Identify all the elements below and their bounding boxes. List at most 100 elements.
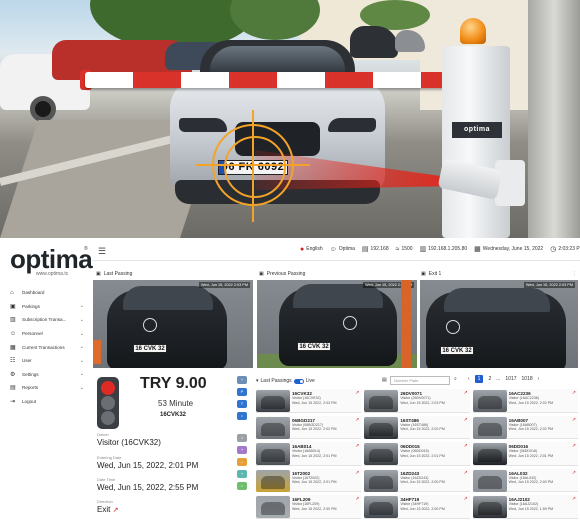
direction-caption: Direction xyxy=(97,499,113,504)
sidebar-item-label: Parkings xyxy=(22,303,40,309)
search-icon[interactable]: ⌕ xyxy=(454,376,457,382)
sidebar-item-current-transactions[interactable]: ▦ Current Transactions ⌄ xyxy=(0,340,92,354)
sidebar-item-settings[interactable]: ⚙ Settings ⌄ xyxy=(0,368,92,382)
arrow-up-right-icon: ↗ xyxy=(463,416,468,423)
passing-item[interactable]: 34HF719 Visitor (34HF719) Wed, Jun 15 2022… xyxy=(364,495,470,519)
owner-value: Visitor (16CVK32) xyxy=(97,438,161,447)
topbar-item[interactable]: ▦ Wednesday, June 15, 2022 xyxy=(474,245,543,253)
arrow-up-right-icon: ↗ xyxy=(571,443,576,450)
passing-item[interactable]: 16AL032 Visitor (16AL032) Wed, Jun 15 2022… xyxy=(472,468,578,493)
passing-date: Wed, Jun 15 2022, 2:02 PM xyxy=(400,427,445,432)
cam-header-previous-passing: ▣ Previous Passing xyxy=(259,271,306,277)
passing-info: 06DD015 Visitor (06DD015) Wed, Jun 15 2022… xyxy=(400,442,469,465)
quick-action-button[interactable]: = xyxy=(237,434,247,442)
quick-action-button[interactable]: P xyxy=(237,388,247,396)
passing-item[interactable]: 16ZD243 Visitor (16ZD243) Wed, Jun 15 2022… xyxy=(364,468,470,493)
cam-header-exit: ▣ Exit 1 ⋮ xyxy=(421,271,577,277)
passing-info: 16T2002 Visitor (16T2002) Wed, Jun 15 2022… xyxy=(292,469,361,492)
timestamp: Wed, Jun 15, 2022 2:03 PM xyxy=(199,282,250,288)
passing-info: 16CVK32 Visitor (16CVK32) Wed, Jun 15 2022… xyxy=(292,389,361,412)
quick-action-button[interactable]: + xyxy=(237,376,247,384)
passings-toolbar: ▾ Last Passings Live ▤ Number Plate ⌕ ‹ … xyxy=(256,375,578,387)
sidebar-item-personnel[interactable]: ☺ Personnel ⌄ xyxy=(0,327,92,341)
camera-feed-last-passing[interactable]: 16 CVK 32 Wed, Jun 15, 2022 2:03 PM xyxy=(93,280,253,368)
vehicle-thumbnail xyxy=(364,390,399,412)
topbar-item[interactable]: ▥ 192.168.1.205.80 xyxy=(420,245,468,253)
passing-item[interactable]: 06BGD217 Visitor (06BGD217) Wed, Jun 15 20… xyxy=(256,415,362,440)
passing-item[interactable]: 06DD015 Visitor (06DD015) Wed, Jun 15 2022… xyxy=(364,442,470,466)
passing-date: Wed, Jun 15 2022, 2:03 PM xyxy=(292,400,337,405)
barrier-arm xyxy=(85,72,445,88)
sidebar-item-subscription-transa[interactable]: ▥ Subscription Transa... ⌄ xyxy=(0,313,92,327)
pager-prev[interactable]: ‹ xyxy=(468,376,470,382)
passing-item[interactable]: 16T2002 Visitor (16T2002) Wed, Jun 15 2022… xyxy=(256,468,362,493)
passing-item[interactable]: 16CVK32 Visitor (16CVK32) Wed, Jun 15 2022… xyxy=(256,389,362,413)
registered-mark: ® xyxy=(84,246,88,252)
quick-action-button[interactable]: • xyxy=(237,412,247,420)
passing-item[interactable]: 26DV0071 Visitor (26DV0071) Wed, Jun 15 20… xyxy=(364,389,470,413)
quick-action-button[interactable]: • xyxy=(237,482,247,490)
quick-action-button[interactable]: + xyxy=(237,446,247,454)
passing-item[interactable]: 16AJ2102 Visitor (16AJ2102) Wed, Jun 15 20… xyxy=(472,495,578,519)
topbar-text: 1500 xyxy=(401,246,413,252)
passing-item[interactable]: 06DD016 Visitor (06DD016) Wed, Jun 15 2022… xyxy=(472,442,578,466)
sidebar-item-dashboard[interactable]: ⌂ Dashboard xyxy=(0,286,92,300)
passing-item[interactable]: 16ST486 Visitor (16ST486) Wed, Jun 15 2022… xyxy=(364,415,470,440)
passing-item[interactable]: 16AC2236 Visitor (16AC2236) Wed, Jun 15 20… xyxy=(472,389,578,413)
camera-feed-exit[interactable]: 16 CVK 32 Wed, Jun 15, 2022 2:03 PM xyxy=(420,280,578,368)
passing-item[interactable]: 16FL209 Visitor (16FL209) Wed, Jun 15 2022… xyxy=(256,495,362,519)
users-icon: ☷ xyxy=(10,358,16,365)
camera-feed-previous-passing[interactable]: 16 CVK 32 Wed, Jun 15, 2022 2:01 PM xyxy=(257,280,417,368)
topbar-item[interactable]: ☺ Optima xyxy=(330,246,355,253)
pager-page-1[interactable]: 1 xyxy=(474,375,484,383)
hamburger-icon[interactable]: ☰ xyxy=(98,246,106,257)
plate-search-input[interactable]: Number Plate xyxy=(390,376,450,385)
exit-caption: Date Time xyxy=(97,477,116,482)
vehicle-thumbnail xyxy=(472,416,507,439)
arrow-up-right-icon: ↗ xyxy=(463,496,468,503)
chevron-down-icon: ⌄ xyxy=(79,344,84,351)
pager-next[interactable]: › xyxy=(538,376,540,382)
passing-date: Wed, Jun 15 2022, 2:01 PM xyxy=(292,453,337,458)
arrow-up-right-icon: ↗ xyxy=(571,390,576,396)
sidebar-item-reports[interactable]: ▤ Reports ⌄ xyxy=(0,381,92,395)
plate-label: 16 CVK 32 xyxy=(133,344,167,353)
exit-value: Wed, Jun 15, 2022, 2:55 PM xyxy=(97,483,199,492)
passing-date: Wed, Jun 15 2022, 2:00 PM xyxy=(292,506,337,511)
pager-page-1018[interactable]: 1018 xyxy=(522,376,533,382)
pager-page-2[interactable]: 2 xyxy=(488,376,491,382)
passing-item[interactable]: 16AB007 Visitor (16AB007) Wed, Jun 15 2022… xyxy=(472,415,578,440)
sidebar-item-label: Subscription Transa... xyxy=(22,317,67,323)
topbar-item[interactable]: ≈1500 xyxy=(396,246,413,253)
passing-info: 16ZD243 Visitor (16ZD243) Wed, Jun 15 2022… xyxy=(400,469,469,492)
passing-date: Wed, Jun 15 2022, 2:03 PM xyxy=(400,400,445,405)
passing-info: 16AL032 Visitor (16AL032) Wed, Jun 15 2022… xyxy=(509,469,578,492)
passing-item[interactable]: 16AB014 Visitor (16AB014) Wed, Jun 15 2022… xyxy=(256,442,362,466)
vehicle-thumbnail xyxy=(256,390,290,412)
passing-date: Wed, Jun 15 2022, 2:01 PM xyxy=(400,453,445,458)
pager-page-1017[interactable]: 1017 xyxy=(505,376,516,382)
sidebar: ⌂ Dashboard ▣ Parkings ⌄ ▥ Subscription Transa… xyxy=(0,286,92,408)
quick-action-button[interactable]: + xyxy=(237,470,247,478)
topbar-item[interactable]: ● English xyxy=(300,246,323,253)
arrow-up-right-icon: ↗ xyxy=(463,443,468,450)
traffic-light-icon xyxy=(97,377,119,429)
home-icon: ⌂ xyxy=(10,289,14,296)
passing-info: 16AJ2102 Visitor (16AJ2102) Wed, Jun 15 20… xyxy=(509,495,578,518)
sidebar-item-logout[interactable]: ⇥ Logout xyxy=(0,395,92,409)
arrow-up-right-icon: ↗ xyxy=(463,469,468,476)
sidebar-item-parkings[interactable]: ▣ Parkings ⌄ xyxy=(0,300,92,314)
vehicle-thumbnail xyxy=(364,416,399,439)
topbar-text: Optima xyxy=(338,246,355,252)
quick-action-button[interactable]: T xyxy=(237,400,247,408)
arrow-up-right-icon: ↗ xyxy=(355,416,360,423)
live-toggle[interactable] xyxy=(293,378,304,384)
topbar-text: 192.168 xyxy=(370,246,389,252)
plate-filter-icon: ▤ xyxy=(382,377,387,383)
topbar-item[interactable]: ◷2:03:23 PM xyxy=(550,245,580,253)
warning-lamp xyxy=(460,18,486,44)
sidebar-item-user[interactable]: ☷ User ⌄ xyxy=(0,354,92,368)
topbar-item[interactable]: ▤ 192.168 xyxy=(362,245,389,253)
more-icon[interactable]: ⋮ xyxy=(572,271,577,277)
quick-action-button[interactable]: – xyxy=(237,458,247,466)
